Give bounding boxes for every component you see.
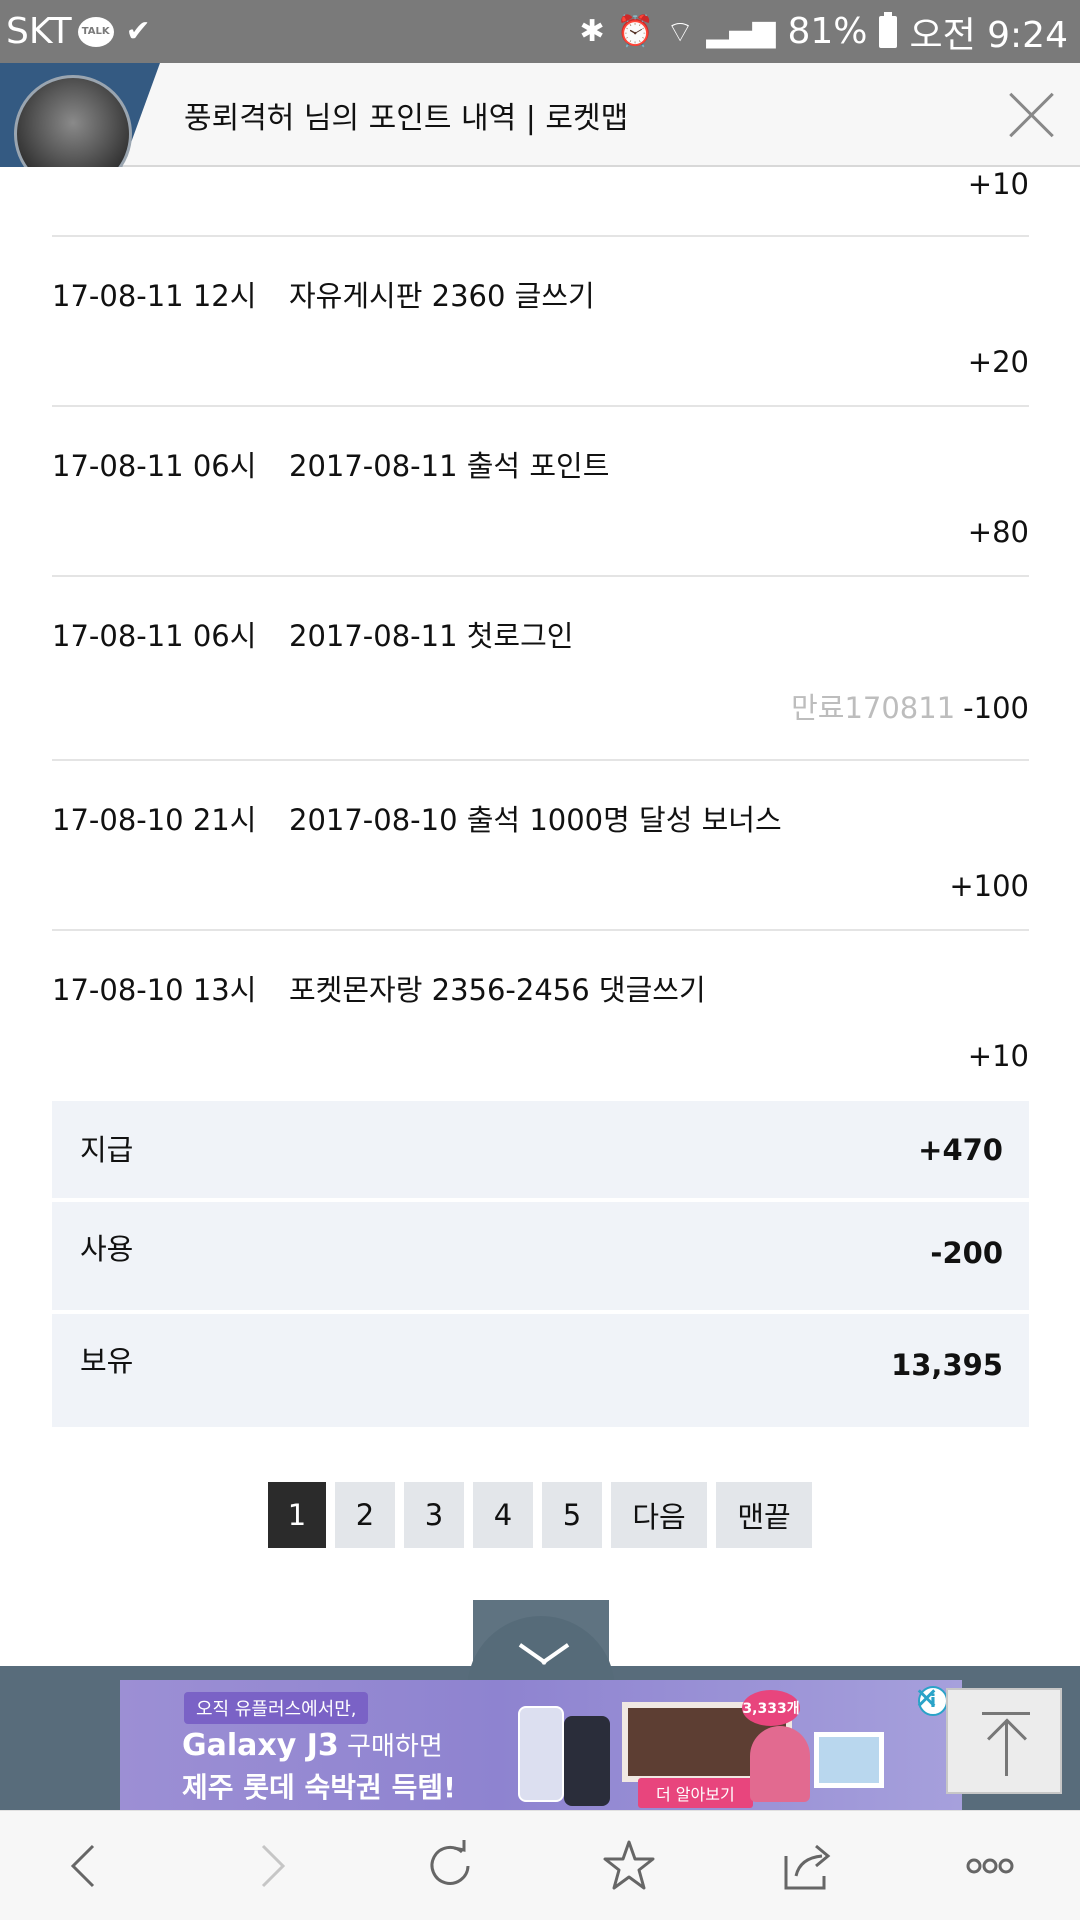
- summary-value: 13,395: [891, 1348, 1003, 1382]
- check-icon: ✔: [125, 14, 151, 49]
- list-item: 17-08-11 06시 2017-08-11 첫로그인 만료170811 -10…: [52, 577, 1029, 761]
- list-item: 17-08-10 21시 2017-08-10 출석 1000명 달성 보너스 …: [52, 761, 1029, 931]
- more-icon[interactable]: [915, 1811, 1065, 1921]
- list-item: 17-08-10 13시 포켓몬자랑 2356-2456 댓글쓰기 +10: [52, 931, 1029, 1101]
- wifi-icon: ⌔: [666, 14, 695, 50]
- more-icon-svg: [966, 1858, 1014, 1874]
- scroll-top-arrowhead: [1005, 1718, 1027, 1741]
- alarm-icon: ⏰: [616, 14, 655, 49]
- page-button-5[interactable]: 5: [542, 1482, 602, 1548]
- ad-headline-rest: 구매하면: [338, 1732, 443, 1762]
- bluetooth-icon: ✱: [579, 14, 605, 49]
- forward-icon[interactable]: [196, 1811, 346, 1921]
- summary-row-paid: 지급 +470: [52, 1101, 1029, 1202]
- points-value-wrap: 만료170811 -100: [791, 685, 1029, 727]
- list-item: 17-08-11 12시 자유게시판 2360 글쓰기 +20: [52, 237, 1029, 407]
- scroll-top-stem: [1005, 1720, 1008, 1776]
- chevron-down-icon[interactable]: [517, 1632, 565, 1680]
- next-page-button[interactable]: 다음: [611, 1482, 707, 1548]
- list-item: +10: [52, 167, 1029, 237]
- row-description[interactable]: 2017-08-10 출석 1000명 달성 보너스: [289, 797, 782, 839]
- points-value: +10: [967, 167, 1029, 201]
- row-date: 17-08-11 12시: [52, 279, 257, 313]
- bookmark-star-svg: [603, 1840, 655, 1890]
- page-button-2[interactable]: 2: [335, 1482, 395, 1548]
- points-value: +20: [967, 345, 1029, 379]
- ad-phone-image: [518, 1706, 564, 1802]
- talk-icon: TALK: [77, 16, 114, 47]
- battery-icon: [879, 11, 898, 48]
- summary-value: +470: [918, 1133, 1003, 1167]
- ad-brand: Galaxy J3: [182, 1728, 339, 1763]
- row-date: 17-08-11 06시: [52, 449, 257, 483]
- ad-phone-image: [564, 1716, 610, 1806]
- carrier-label: SKT: [6, 11, 72, 52]
- scroll-top-icon[interactable]: [946, 1688, 1062, 1794]
- ad-close-icon[interactable]: ✕: [914, 1682, 939, 1717]
- row-date: 17-08-11 06시: [52, 619, 257, 653]
- list-item: 17-08-11 06시 2017-08-11 출석 포인트 +80: [52, 407, 1029, 577]
- forward-icon-svg: [261, 1844, 286, 1888]
- points-value: -100: [963, 691, 1029, 725]
- ad-tag: 오직 유플러스에서만,: [184, 1692, 369, 1724]
- row-date: 17-08-10 21시: [52, 803, 257, 837]
- share-icon-svg: [784, 1844, 831, 1890]
- battery-percent: 81%: [787, 11, 868, 52]
- pagination: 1 2 3 4 5 다음 맨끝: [0, 1482, 1080, 1548]
- row-description[interactable]: 2017-08-11 첫로그인: [289, 613, 573, 655]
- page-button-4[interactable]: 4: [473, 1482, 533, 1548]
- points-history: +10 17-08-11 12시 자유게시판 2360 글쓰기 +20 17-0…: [52, 167, 1029, 1427]
- row-description[interactable]: 2017-08-11 출석 포인트: [289, 443, 609, 485]
- back-icon-svg: [70, 1844, 95, 1888]
- signal-icon: ▂▄▆: [706, 14, 776, 49]
- points-value: +10: [967, 1039, 1029, 1073]
- ad-headline: Galaxy J3 구매하면: [182, 1726, 443, 1763]
- ad-subheadline: 제주 롯데 숙박권 득템!: [182, 1771, 456, 1804]
- ad-banner[interactable]: 오직 유플러스에서만, Galaxy J3 구매하면 제주 롯데 숙박권 득템!…: [120, 1680, 962, 1810]
- reload-icon-svg: [430, 1840, 470, 1885]
- row-description[interactable]: 포켓몬자랑 2356-2456 댓글쓰기: [289, 967, 706, 1009]
- page-button-1[interactable]: 1: [268, 1482, 326, 1548]
- status-bar: SKT TALK ✔ ✱ ⏰ ⌔ ▂▄▆ 81% 오전 9:24: [0, 0, 1080, 63]
- page-button-3[interactable]: 3: [404, 1482, 464, 1548]
- title-bar: 풍뢰격허 님의 포인트 내역 | 로켓맵: [0, 63, 1080, 167]
- bookmark-star-icon[interactable]: [554, 1811, 704, 1921]
- ad-icecream-image: [750, 1726, 810, 1802]
- ad-photo-frame-image: [814, 1732, 884, 1788]
- summary-row-held: 보유 13,395: [52, 1314, 1029, 1427]
- last-page-button[interactable]: 맨끝: [716, 1482, 812, 1548]
- clock: 오전 9:24: [909, 14, 1068, 56]
- row-date: 17-08-10 13시: [52, 973, 257, 1007]
- reload-icon[interactable]: [375, 1811, 525, 1921]
- back-icon[interactable]: [10, 1811, 160, 1921]
- page-title: 풍뢰격허 님의 포인트 내역 | 로켓맵: [184, 101, 629, 136]
- scroll-top-bar: [982, 1712, 1030, 1715]
- summary-value: -200: [930, 1236, 1003, 1270]
- ad-badge: 3,333개: [742, 1690, 800, 1726]
- expiry-label: 만료170811: [791, 691, 956, 725]
- points-value: +100: [949, 869, 1029, 903]
- points-value: +80: [967, 515, 1029, 549]
- ad-learn-more-button[interactable]: 더 알아보기: [638, 1778, 753, 1808]
- share-icon[interactable]: [733, 1811, 883, 1921]
- browser-nav-bar: [0, 1810, 1080, 1920]
- summary-label: 보유: [80, 1344, 134, 1378]
- close-icon[interactable]: [1006, 89, 1058, 141]
- summary-row-used: 사용 -200: [52, 1202, 1029, 1314]
- avatar[interactable]: [0, 63, 160, 167]
- summary-label: 사용: [80, 1232, 134, 1266]
- summary-label: 지급: [80, 1133, 134, 1167]
- row-description[interactable]: 자유게시판 2360 글쓰기: [289, 273, 595, 315]
- points-summary: 지급 +470 사용 -200 보유 13,395: [52, 1101, 1029, 1427]
